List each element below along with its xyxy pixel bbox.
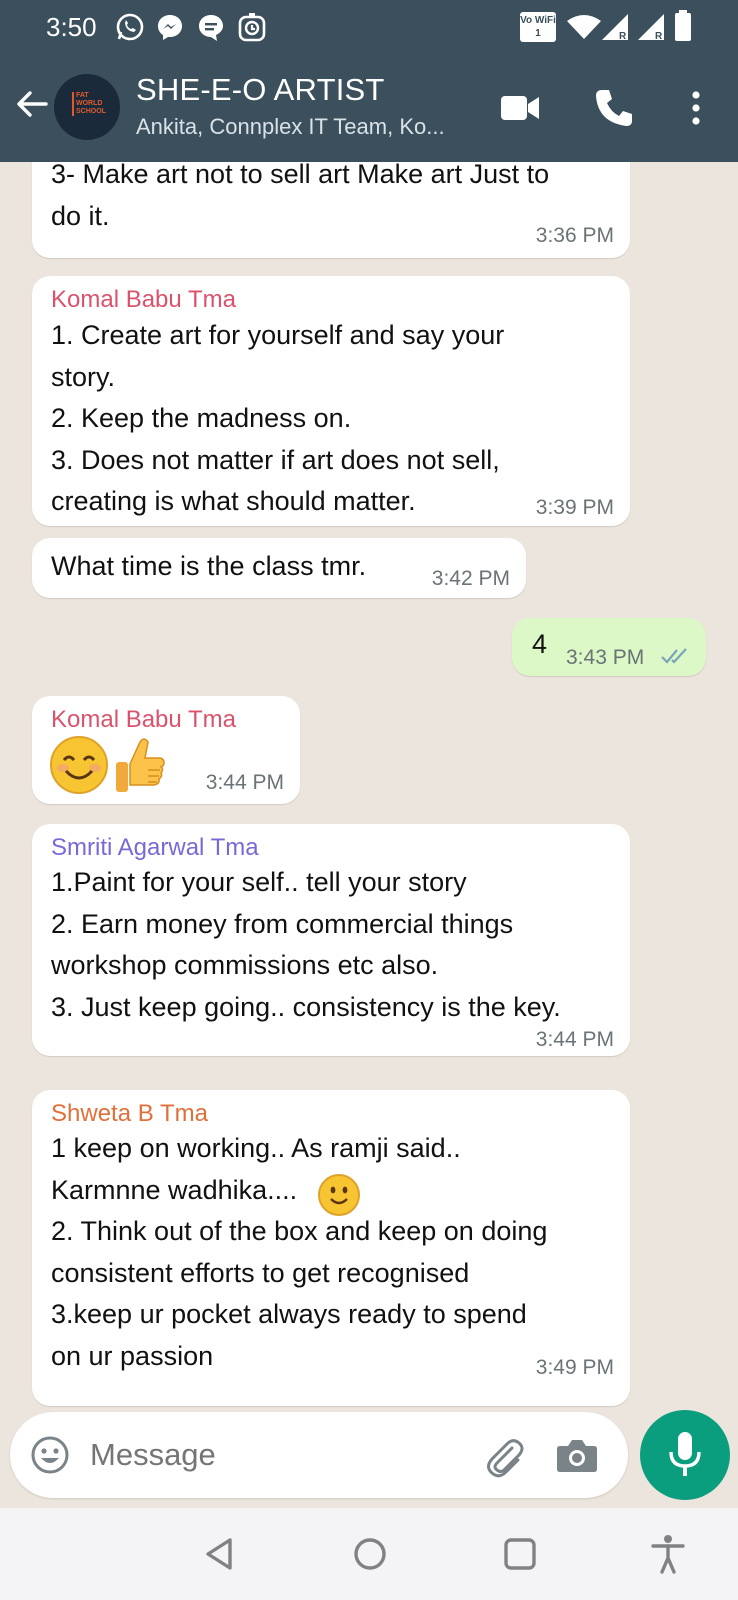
sender-name[interactable]: Komal Babu Tma xyxy=(51,706,236,734)
message-text: 3- Make art not to sell art Make art Jus… xyxy=(51,162,550,231)
more-options-icon[interactable] xyxy=(676,86,716,130)
message-bubble[interactable]: Smriti Agarwal Tma 1.Paint for your self… xyxy=(32,824,630,1056)
message-bubble-outgoing[interactable]: 4 3:43 PM xyxy=(512,618,706,676)
message-bubble[interactable]: Komal Babu Tma 1. Create art for yoursel… xyxy=(32,276,630,526)
message-text: 1.Paint for your self.. tell your story … xyxy=(51,867,561,1022)
message-time: 3:44 PM xyxy=(535,1028,614,1051)
voice-message-button[interactable] xyxy=(640,1410,730,1500)
message-text: What time is the class tmr. xyxy=(51,551,367,581)
slightly-smiling-face-emoji xyxy=(318,1174,360,1216)
message-time: 3:49 PM xyxy=(535,1356,614,1379)
message-bubble[interactable]: What time is the class tmr. 3:42 PM xyxy=(32,538,526,598)
group-members-subtitle[interactable]: Ankita, Connplex IT Team, Ko... xyxy=(136,114,445,140)
sender-name[interactable]: Shweta B Tma xyxy=(51,1100,208,1128)
message-input[interactable] xyxy=(90,1430,460,1480)
sender-name[interactable]: Smriti Agarwal Tma xyxy=(51,834,259,862)
home-nav-icon[interactable] xyxy=(350,1534,390,1574)
chat-area[interactable]: 3- Make art not to sell art Make art Jus… xyxy=(0,162,738,1418)
message-text: 1. Create art for yourself and say your … xyxy=(51,320,505,516)
message-composer[interactable] xyxy=(10,1412,628,1498)
phone-icon[interactable] xyxy=(592,86,636,130)
avatar-logo-text: FAT WORLD SCHOOL xyxy=(72,92,106,116)
battery-icon xyxy=(675,10,691,41)
message-text: 2. Think out of the box and keep on doin… xyxy=(51,1216,548,1371)
signal-icon: R xyxy=(602,14,628,42)
volte-wifi-badge: Vo WiFi 1 xyxy=(520,12,556,42)
video-call-icon[interactable] xyxy=(498,86,542,130)
sender-name[interactable]: Komal Babu Tma xyxy=(51,286,236,314)
thumbs-up-emoji xyxy=(116,738,165,792)
svg-text:R: R xyxy=(655,31,663,42)
chat-icon xyxy=(199,15,223,41)
message-bubble[interactable]: 3- Make art not to sell art Make art Jus… xyxy=(32,162,630,258)
smiling-face-emoji xyxy=(50,736,108,794)
accessibility-icon[interactable] xyxy=(648,1534,688,1574)
message-time: 3:44 PM xyxy=(205,771,284,794)
group-title[interactable]: SHE-E-O ARTIST xyxy=(136,72,385,108)
whatsapp-icon xyxy=(116,13,144,41)
back-arrow-icon[interactable] xyxy=(14,86,50,122)
group-avatar[interactable]: FAT WORLD SCHOOL xyxy=(54,74,120,140)
message-time: 3:39 PM xyxy=(535,496,614,519)
message-time: 3:43 PM xyxy=(566,646,645,669)
status-time: 3:50 xyxy=(46,12,97,42)
chat-header: FAT WORLD SCHOOL SHE-E-O ARTIST Ankita, … xyxy=(0,56,738,162)
back-nav-icon[interactable] xyxy=(200,1534,240,1574)
status-bar: 3:50 Vo WiFi 1 R R xyxy=(0,0,738,56)
recents-nav-icon[interactable] xyxy=(500,1534,540,1574)
messenger-icon xyxy=(158,15,182,40)
message-bubble[interactable]: Komal Babu Tma 3:44 PM xyxy=(32,696,300,804)
attach-icon[interactable] xyxy=(482,1434,526,1478)
message-time: 3:36 PM xyxy=(535,224,614,247)
camera-icon[interactable] xyxy=(556,1436,598,1474)
message-time: 3:42 PM xyxy=(431,567,510,590)
mic-icon xyxy=(669,1432,701,1476)
timer-icon xyxy=(238,13,266,42)
wifi-icon xyxy=(567,15,601,39)
svg-text:R: R xyxy=(619,31,627,42)
signal-icon: R xyxy=(638,14,664,42)
system-nav-bar xyxy=(0,1508,738,1600)
message-text: 1 keep on working.. As ramji said.. Karm… xyxy=(51,1133,461,1205)
emoji-icon[interactable] xyxy=(30,1435,70,1475)
message-bubble[interactable]: Shweta B Tma 1 keep on working.. As ramj… xyxy=(32,1090,630,1406)
message-text: 4 xyxy=(532,629,548,659)
read-ticks-icon xyxy=(661,648,687,664)
